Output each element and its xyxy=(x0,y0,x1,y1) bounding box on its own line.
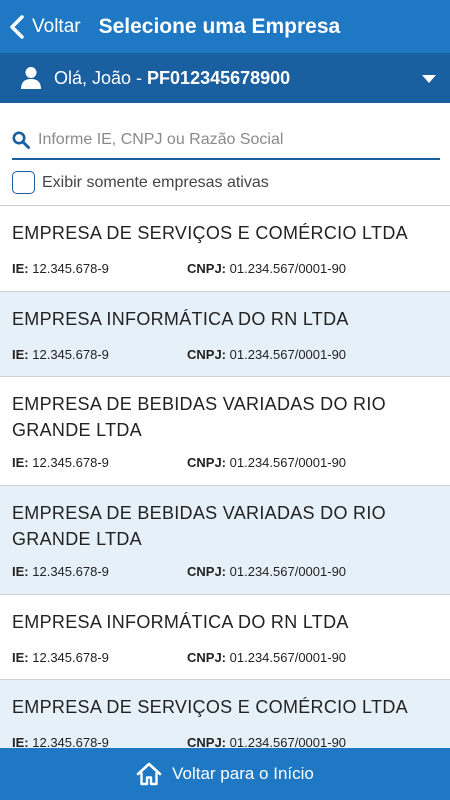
company-ie: IE: 12.345.678-9 xyxy=(12,347,109,362)
ie-label: IE: xyxy=(12,261,29,276)
home-button[interactable]: Voltar para o Início xyxy=(0,748,450,800)
ie-value: 12.345.678-9 xyxy=(32,347,109,362)
cnpj-value: 01.234.567/0001-90 xyxy=(229,735,347,748)
company-item[interactable]: EMPRESA DE SERVIÇOS E COMÉRCIO LTDA IE: … xyxy=(0,680,450,748)
ie-value: 12.345.678-9 xyxy=(32,735,109,748)
company-name: EMPRESA DE SERVIÇOS E COMÉRCIO LTDA xyxy=(12,223,408,243)
ie-label: IE: xyxy=(12,347,29,362)
active-only-checkbox[interactable] xyxy=(12,171,35,194)
company-item[interactable]: EMPRESA DE BEBIDAS VARIADAS DO RIO GRAND… xyxy=(0,486,450,595)
user-code: PF012345678900 xyxy=(147,67,291,88)
search-icon xyxy=(12,131,30,149)
cnpj-label: CNPJ: xyxy=(187,564,227,579)
company-cnpj: CNPJ: 01.234.567/0001-90 xyxy=(187,650,346,665)
search-input[interactable] xyxy=(38,131,428,149)
company-item[interactable]: EMPRESA DE SERVIÇOS E COMÉRCIO LTDA IE: … xyxy=(0,206,450,292)
search-field[interactable] xyxy=(12,122,440,160)
ie-label: IE: xyxy=(12,650,29,665)
ie-label: IE: xyxy=(12,564,29,579)
company-item[interactable]: EMPRESA DE BEBIDAS VARIADAS DO RIO GRAND… xyxy=(0,377,450,486)
user-selector[interactable]: Olá, João - PF012345678900 xyxy=(0,53,450,103)
cnpj-value: 01.234.567/0001-90 xyxy=(229,564,347,579)
ie-value: 12.345.678-9 xyxy=(32,455,109,470)
page-title: Selecione uma Empresa xyxy=(98,14,341,38)
active-only-label: Exibir somente empresas ativas xyxy=(42,173,269,191)
cnpj-value: 01.234.567/0001-90 xyxy=(229,455,347,470)
cnpj-label: CNPJ: xyxy=(187,261,227,276)
cnpj-label: CNPJ: xyxy=(187,347,227,362)
ie-value: 12.345.678-9 xyxy=(32,650,109,665)
greeting-text: Olá, João - xyxy=(54,67,148,88)
cnpj-value: 01.234.567/0001-90 xyxy=(229,347,347,362)
cnpj-label: CNPJ: xyxy=(187,650,227,665)
company-ie: IE: 12.345.678-9 xyxy=(12,650,109,665)
user-greeting: Olá, João - PF012345678900 xyxy=(54,68,290,89)
home-button-label: Voltar para o Início xyxy=(172,764,314,783)
company-item[interactable]: EMPRESA INFORMÁTICA DO RN LTDA IE: 12.34… xyxy=(0,595,450,680)
chevron-left-icon xyxy=(10,14,24,39)
back-label: Voltar xyxy=(32,15,81,37)
company-ie: IE: 12.345.678-9 xyxy=(12,564,109,579)
cnpj-value: 01.234.567/0001-90 xyxy=(229,650,347,665)
company-name: EMPRESA DE BEBIDAS VARIADAS DO RIO GRAND… xyxy=(12,503,386,549)
ie-value: 12.345.678-9 xyxy=(32,261,109,276)
ie-label: IE: xyxy=(12,455,29,470)
company-name: EMPRESA INFORMÁTICA DO RN LTDA xyxy=(12,612,349,632)
ie-label: IE: xyxy=(12,735,29,748)
company-cnpj: CNPJ: 01.234.567/0001-90 xyxy=(187,261,346,276)
company-cnpj: CNPJ: 01.234.567/0001-90 xyxy=(187,455,346,470)
company-name: EMPRESA DE BEBIDAS VARIADAS DO RIO GRAND… xyxy=(12,394,386,440)
active-filter[interactable]: Exibir somente empresas ativas xyxy=(12,171,269,194)
company-name: EMPRESA DE SERVIÇOS E COMÉRCIO LTDA xyxy=(12,697,408,717)
caret-down-icon[interactable] xyxy=(422,75,436,83)
company-ie: IE: 12.345.678-9 xyxy=(12,735,109,748)
company-cnpj: CNPJ: 01.234.567/0001-90 xyxy=(187,735,346,748)
company-item[interactable]: EMPRESA INFORMÁTICA DO RN LTDA IE: 12.34… xyxy=(0,292,450,377)
back-button[interactable]: Voltar xyxy=(0,0,81,53)
company-name: EMPRESA INFORMÁTICA DO RN LTDA xyxy=(12,309,349,329)
cnpj-value: 01.234.567/0001-90 xyxy=(229,261,347,276)
ie-value: 12.345.678-9 xyxy=(32,564,109,579)
cnpj-label: CNPJ: xyxy=(187,455,227,470)
company-ie: IE: 12.345.678-9 xyxy=(12,261,109,276)
company-ie: IE: 12.345.678-9 xyxy=(12,455,109,470)
company-cnpj: CNPJ: 01.234.567/0001-90 xyxy=(187,564,346,579)
home-icon xyxy=(136,762,162,786)
header-bar: Voltar Selecione uma Empresa xyxy=(0,0,450,53)
user-icon xyxy=(21,67,41,89)
company-cnpj: CNPJ: 01.234.567/0001-90 xyxy=(187,347,346,362)
cnpj-label: CNPJ: xyxy=(187,735,227,748)
company-list[interactable]: EMPRESA DE SERVIÇOS E COMÉRCIO LTDA IE: … xyxy=(0,205,450,748)
